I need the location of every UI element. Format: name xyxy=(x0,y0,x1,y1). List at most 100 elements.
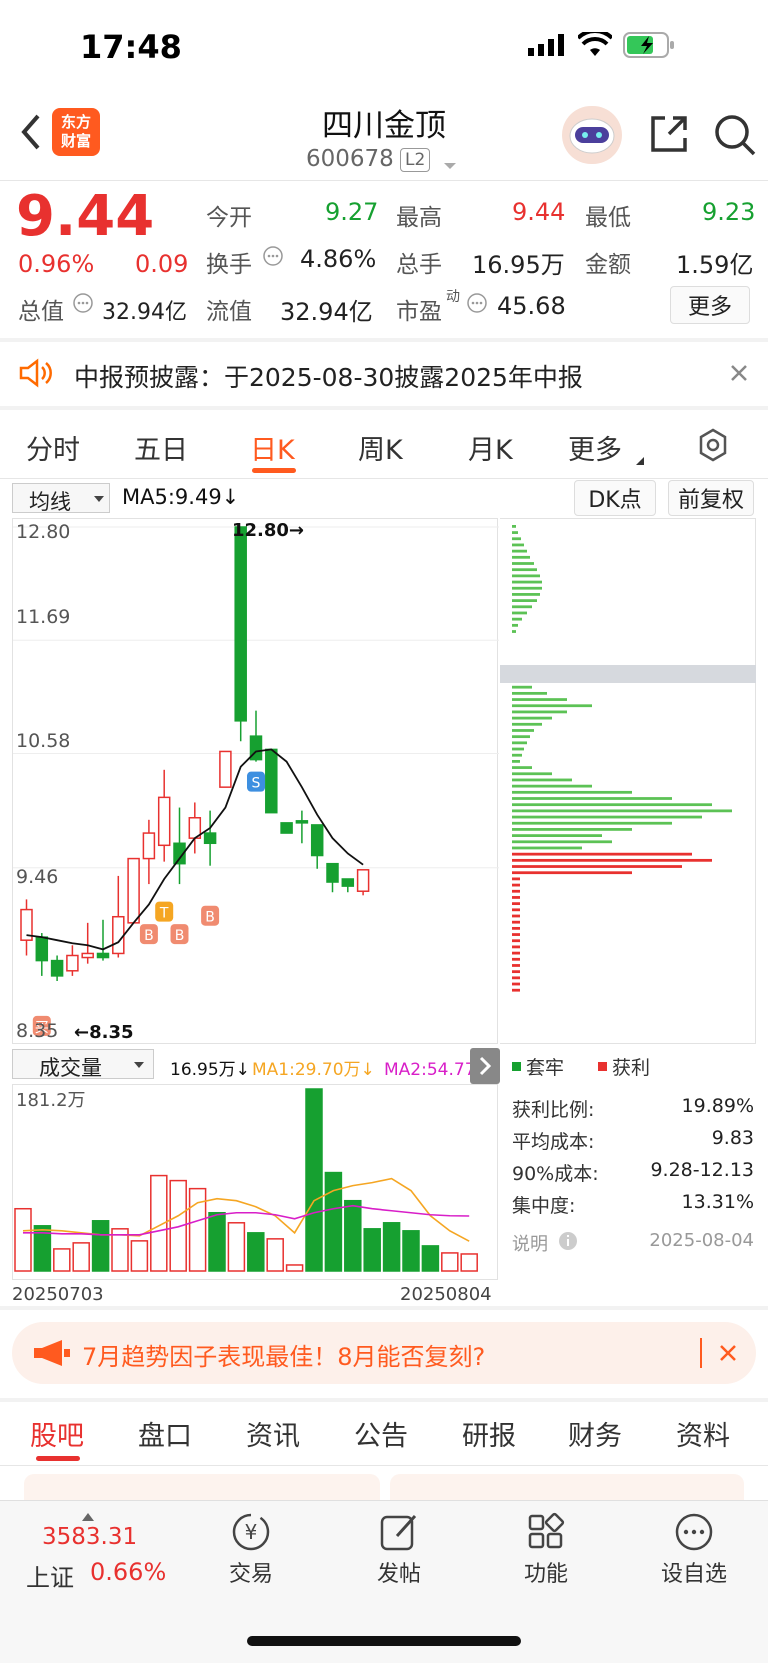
chip-bar-trapped xyxy=(512,537,521,541)
volume-svg xyxy=(14,1088,478,1272)
max-price-marker: 12.80→ xyxy=(232,520,305,541)
chip-bar-profit xyxy=(512,920,520,924)
volume-indicator-select[interactable]: 成交量 xyxy=(12,1049,154,1080)
chip-bar-profit xyxy=(512,945,520,949)
search-icon[interactable] xyxy=(712,112,758,158)
level2-badge[interactable]: L2 xyxy=(400,148,431,172)
chip-bar-profit xyxy=(512,988,520,992)
chip-bar-profit xyxy=(512,871,632,875)
chip-bar-trapped xyxy=(512,790,632,794)
pe-superscript: 动 xyxy=(446,289,460,305)
tab-pankou[interactable]: 盘口 xyxy=(138,1414,192,1453)
chip-bar-trapped xyxy=(512,562,534,565)
trade-icon[interactable]: ¥ xyxy=(229,1510,273,1554)
chip-bar-trapped xyxy=(512,623,518,627)
chip-bar-trapped xyxy=(512,525,516,528)
start-date: 20250703 xyxy=(12,1284,104,1305)
post-label[interactable]: 发帖 xyxy=(359,1556,439,1588)
edit-icon[interactable] xyxy=(377,1510,421,1554)
candle-body xyxy=(265,748,278,814)
info-dots-icon[interactable] xyxy=(466,292,488,314)
chip-bar-trapped xyxy=(512,691,547,695)
chip-note-link[interactable]: 说明 xyxy=(512,1230,548,1256)
chip-stat-label: 集中度: xyxy=(512,1195,576,1217)
index-change[interactable]: 0.66% xyxy=(90,1558,166,1586)
promo-banner[interactable]: 7月趋势因子表现最佳！8月能否复刻? xyxy=(12,1322,756,1384)
info-dots-icon[interactable] xyxy=(72,292,94,314)
chip-bar-profit xyxy=(512,889,520,893)
chip-bar-trapped xyxy=(512,797,672,800)
chip-bar-trapped xyxy=(512,574,540,578)
tab-profile[interactable]: 资料 xyxy=(676,1414,730,1453)
volume-axis-top: 181.2万 xyxy=(16,1090,86,1111)
tab-daily-k[interactable]: 日K xyxy=(250,428,295,467)
functions-label[interactable]: 功能 xyxy=(506,1556,586,1588)
dk-points-button[interactable]: DK点 xyxy=(574,480,656,516)
info-dots-icon[interactable] xyxy=(262,245,284,267)
tab-news[interactable]: 资讯 xyxy=(246,1414,300,1453)
add-watchlist-label[interactable]: 设自选 xyxy=(648,1556,740,1588)
tab-weekly-k[interactable]: 周K xyxy=(358,428,403,467)
chip-stat-value: 9.28-12.13 xyxy=(650,1159,754,1181)
chip-bar-trapped xyxy=(512,722,542,726)
change-percent: 0.96% xyxy=(18,250,95,278)
chip-bar-profit xyxy=(512,852,692,856)
candle-body xyxy=(50,959,64,977)
chip-bar-profit xyxy=(512,957,520,961)
chip-bar-profit xyxy=(512,858,712,862)
legend-trapped: 套牢 xyxy=(526,1057,565,1079)
candle-body xyxy=(35,936,49,962)
volume-bar xyxy=(421,1245,440,1272)
robot-assistant-icon[interactable] xyxy=(562,106,622,164)
candle-body xyxy=(326,862,339,883)
indicator-select[interactable]: 均线 xyxy=(12,483,110,514)
chip-bar-profit xyxy=(512,939,520,943)
volume-chart[interactable] xyxy=(12,1084,498,1280)
gear-icon[interactable] xyxy=(696,428,730,462)
promo-text: 7月趋势因子表现最佳！8月能否复刻? xyxy=(82,1343,486,1371)
notice-text[interactable]: 中报预披露：于2025-08-30披露2025年中报 xyxy=(74,358,583,394)
tab-five-day[interactable]: 五日 xyxy=(134,428,188,467)
tab-timeshare[interactable]: 分时 xyxy=(26,428,80,467)
tab-announcements[interactable]: 公告 xyxy=(354,1414,408,1453)
index-name[interactable]: 上证 xyxy=(26,1558,74,1593)
tab-guba[interactable]: 股吧 xyxy=(30,1414,84,1453)
cost-band xyxy=(320,665,756,683)
more-quote-button[interactable]: 更多 xyxy=(670,286,750,324)
grid-icon[interactable] xyxy=(524,1510,568,1554)
chevron-down-icon xyxy=(134,1062,144,1068)
chip-bar-trapped xyxy=(512,716,552,720)
share-icon[interactable] xyxy=(647,112,691,156)
kline-svg: 买BTBBS xyxy=(13,526,499,1036)
tab-more[interactable]: 更多 xyxy=(568,428,622,467)
current-price: 9.44 xyxy=(16,184,155,249)
svg-text:¥: ¥ xyxy=(245,1520,258,1544)
chip-bar-trapped xyxy=(512,605,532,609)
tab-research[interactable]: 研报 xyxy=(462,1414,516,1453)
up-triangle-icon xyxy=(82,1506,94,1521)
trade-label[interactable]: 交易 xyxy=(211,1556,291,1588)
chevron-down-icon[interactable] xyxy=(442,156,458,169)
volume-bar xyxy=(344,1199,362,1272)
turnover-label: 换手 xyxy=(206,252,252,278)
chip-bar-trapped xyxy=(512,549,527,553)
more-circle-icon[interactable] xyxy=(672,1510,716,1554)
chip-bar-trapped xyxy=(512,840,612,844)
info-icon[interactable] xyxy=(558,1231,578,1251)
candle-body xyxy=(81,952,94,959)
forward-adjust-button[interactable]: 前复权 xyxy=(668,480,754,516)
chevron-down-icon xyxy=(94,496,104,502)
chip-bar-trapped xyxy=(512,741,527,745)
tab-monthly-k[interactable]: 月K xyxy=(468,428,513,467)
tab-finance[interactable]: 财务 xyxy=(568,1414,622,1453)
expand-arrow-button[interactable] xyxy=(470,1048,500,1084)
close-icon[interactable] xyxy=(718,1343,738,1363)
volume-bar xyxy=(227,1222,246,1272)
index-value[interactable]: 3583.31 xyxy=(42,1524,137,1550)
megaphone-icon xyxy=(34,1340,70,1366)
close-icon[interactable] xyxy=(728,362,750,384)
kline-chart[interactable]: 买BTBBS xyxy=(12,518,499,1044)
chip-bar-trapped xyxy=(512,617,522,621)
speaker-icon xyxy=(18,358,54,388)
stock-code: 600678 xyxy=(306,146,394,172)
